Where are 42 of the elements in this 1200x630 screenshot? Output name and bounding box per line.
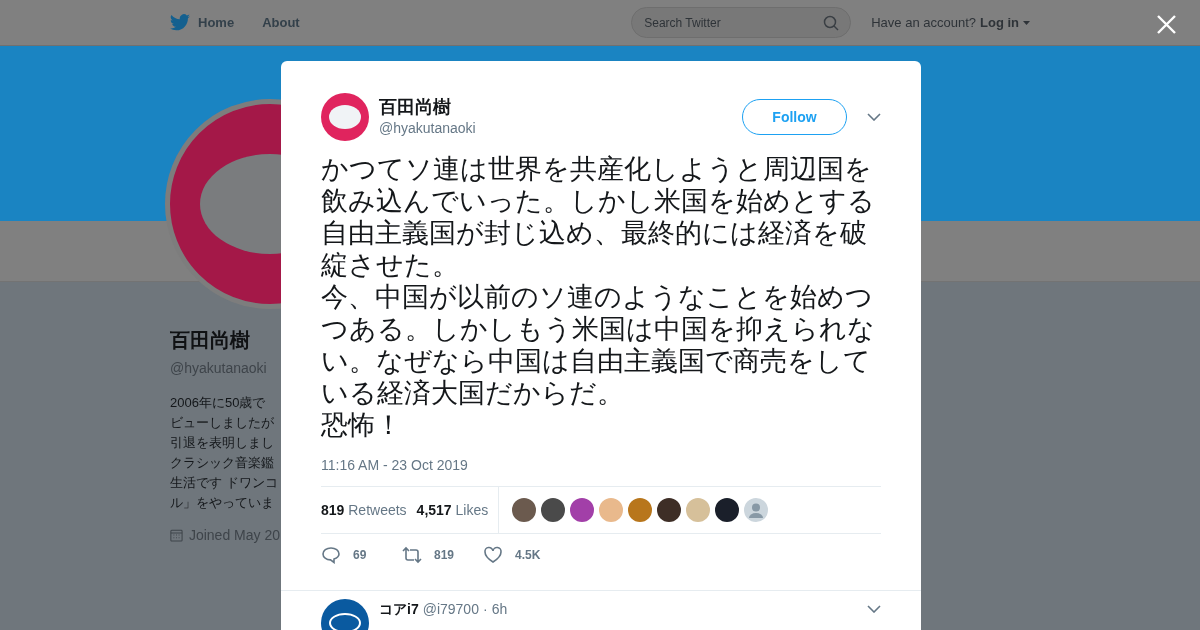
bio-text: クラシック音楽鑑 (170, 454, 275, 472)
calendar-icon (170, 528, 183, 543)
user-avatar[interactable] (512, 498, 537, 522)
tweet-text: かつてソ連は世界を共産化しようと周辺国を飲み込んでいった。しかし米国を始めとする自由主義国が封じ込め、最終的には経済を破綻させた。 (321, 153, 876, 281)
search-icon[interactable] (823, 15, 840, 31)
profile-name: 百田尚樹 (170, 328, 251, 353)
chevron-down-icon[interactable] (867, 605, 881, 613)
bird-icon (170, 14, 190, 31)
separator-dot: · (482, 600, 488, 619)
bio-text: 引退を表明しまし (170, 434, 275, 452)
reply-author-name[interactable]: コアi7 (379, 599, 419, 620)
action-count: 4.5K (515, 547, 541, 564)
author-avatar[interactable] (321, 93, 369, 141)
user-avatar[interactable] (541, 498, 566, 522)
nav-link[interactable]: About (262, 12, 300, 33)
retweet-icon[interactable] (402, 546, 422, 564)
action-count: 819 (434, 547, 455, 564)
bio-text: ル」をやっていま (170, 494, 275, 512)
stat-count[interactable]: 4,517 Likes (416, 499, 489, 521)
reply-author-handle[interactable]: @i79700 (422, 599, 479, 620)
account-prompt: Have an account? (871, 13, 976, 32)
close-icon[interactable] (1157, 15, 1176, 34)
tweet-text: 今、中国が以前のソ連のようなことを始めつつある。しかしもう米国は中国を抑えられない。なぜなら中国は自由主義国で商売をしている経済大国だからだ。 (321, 281, 876, 409)
author-handle[interactable]: @hyakutanaoki (379, 117, 476, 139)
caret-icon (1023, 20, 1030, 25)
bio-text: 生活です ドワンコ (170, 474, 279, 492)
user-avatar[interactable] (715, 498, 740, 522)
reply-icon[interactable] (321, 546, 341, 564)
bio-text: 2006年に50歳で (170, 394, 267, 412)
reply-time[interactable]: 6h (491, 599, 508, 620)
user-avatar[interactable] (657, 498, 682, 522)
login-link[interactable]: Log in (980, 12, 1030, 33)
tweet-timestamp[interactable]: 11:16 AM - 23 Oct 2019 (321, 455, 468, 476)
tweet-text: 恐怖！ (321, 409, 403, 441)
heart-icon[interactable] (483, 546, 503, 564)
author-name[interactable]: 百田尚樹 (379, 95, 476, 118)
search-field[interactable]: Search Twitter (631, 7, 852, 38)
action-count: 69 (353, 547, 367, 564)
stat-count[interactable]: 819 Retweets (321, 499, 407, 521)
chevron-down-icon[interactable] (867, 113, 881, 121)
nav-link[interactable]: Home (170, 12, 235, 33)
bio-text: ビューしましたが (170, 414, 275, 432)
